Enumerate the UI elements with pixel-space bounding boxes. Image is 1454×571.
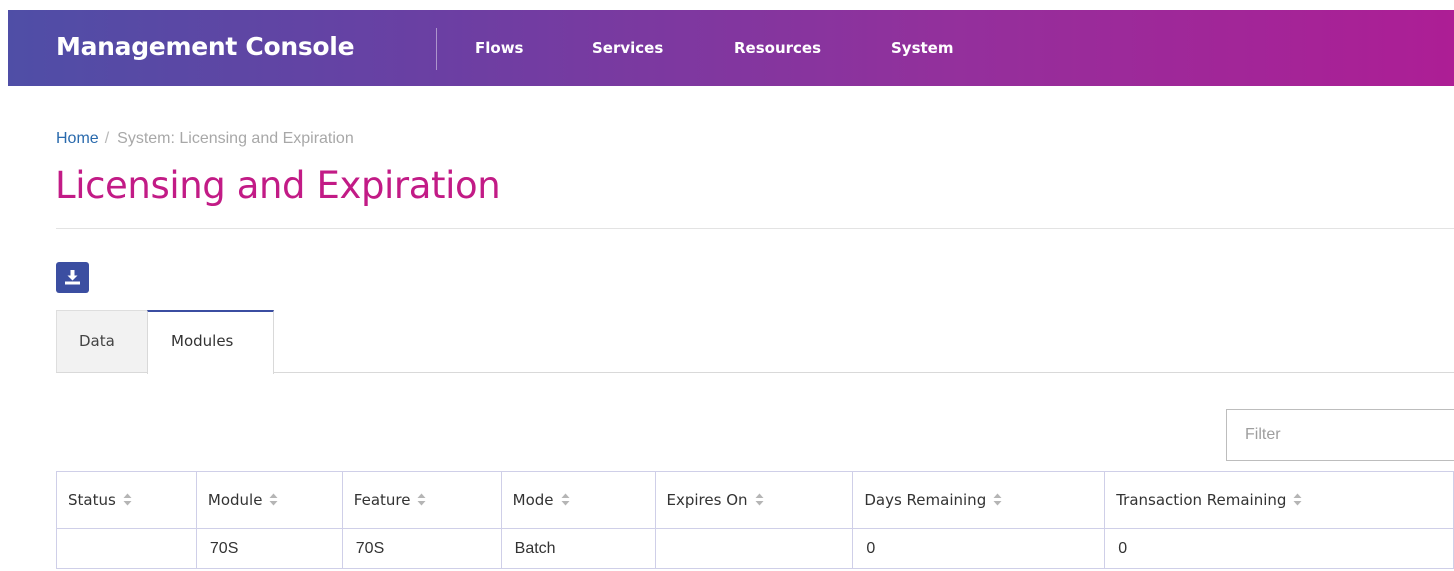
navbar-divider <box>436 28 437 70</box>
nav-item-system[interactable]: System <box>891 39 953 57</box>
nav-item-services[interactable]: Services <box>592 39 663 57</box>
tab-modules[interactable]: Modules <box>147 310 274 374</box>
sort-icon <box>123 493 132 506</box>
cell-mode: Batch <box>500 528 656 569</box>
page-title: Licensing and Expiration <box>55 164 501 207</box>
brand-title[interactable]: Management Console <box>56 32 355 61</box>
title-divider <box>56 228 1454 229</box>
column-header-feature[interactable]: Feature <box>341 471 502 529</box>
table-header-row: Status Module Feature Mode Expires On Da… <box>56 471 1454 529</box>
column-header-label: Transaction Remaining <box>1116 491 1287 509</box>
sort-icon <box>993 493 1002 506</box>
column-header-label: Module <box>207 491 263 509</box>
filter-input[interactable] <box>1226 409 1454 461</box>
cell-module: 70S <box>195 528 343 569</box>
column-header-label: Feature <box>353 491 411 509</box>
cell-feature: 70S <box>341 528 502 569</box>
cell-expires-on <box>654 528 854 569</box>
column-header-transaction-remaining[interactable]: Transaction Remaining <box>1104 471 1454 529</box>
tab-modules-label: Modules <box>171 332 234 350</box>
column-header-days-remaining[interactable]: Days Remaining <box>852 471 1106 529</box>
nav-item-flows[interactable]: Flows <box>475 39 523 57</box>
column-header-label: Expires On <box>666 491 748 509</box>
tab-data[interactable]: Data <box>56 310 148 372</box>
column-header-label: Days Remaining <box>864 491 987 509</box>
cell-days-remaining: 0 <box>852 528 1106 569</box>
nav-item-resources[interactable]: Resources <box>734 39 821 57</box>
breadcrumb-home-link[interactable]: Home <box>56 130 99 147</box>
cell-transaction-remaining: 0 <box>1104 528 1454 569</box>
sort-icon <box>561 493 570 506</box>
table-row[interactable]: 70S 70S Batch 0 0 <box>56 528 1454 569</box>
cell-status <box>56 528 197 569</box>
column-header-status[interactable]: Status <box>56 471 197 529</box>
sort-icon <box>269 493 278 506</box>
column-header-label: Status <box>68 491 116 509</box>
sort-icon <box>417 493 426 506</box>
modules-table: Status Module Feature Mode Expires On Da… <box>56 471 1454 569</box>
column-header-label: Mode <box>512 491 554 509</box>
tab-data-label: Data <box>79 332 115 350</box>
download-icon <box>65 270 80 285</box>
top-navbar: Management Console Flows Services Resour… <box>8 10 1454 86</box>
column-header-expires-on[interactable]: Expires On <box>654 471 854 529</box>
breadcrumb-separator: / <box>104 130 110 147</box>
breadcrumb: Home / System: Licensing and Expiration <box>56 130 354 148</box>
download-button[interactable] <box>56 262 89 293</box>
column-header-module[interactable]: Module <box>195 471 343 529</box>
sort-icon <box>755 493 764 506</box>
sort-icon <box>1293 493 1302 506</box>
column-header-mode[interactable]: Mode <box>500 471 656 529</box>
breadcrumb-current: System: Licensing and Expiration <box>117 130 354 147</box>
